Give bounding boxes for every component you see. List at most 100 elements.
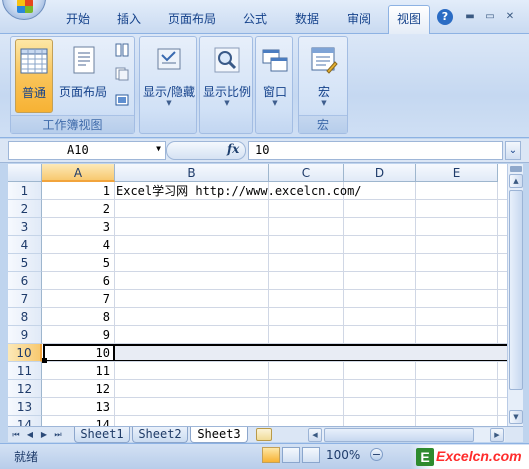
gridline — [114, 182, 115, 426]
horizontal-scrollbar[interactable]: ◀ ▶ — [308, 428, 505, 442]
column-header-d[interactable]: D — [344, 164, 416, 182]
custom-views-icon[interactable] — [115, 67, 129, 81]
zoom-label: 显示比例 — [202, 85, 251, 99]
page-break-preview-icon[interactable] — [115, 43, 129, 57]
full-screen-icon[interactable] — [115, 93, 129, 107]
row-header[interactable]: 4 — [8, 236, 42, 254]
scroll-down-icon[interactable]: ▼ — [509, 410, 523, 424]
normal-view-status-icon[interactable] — [262, 447, 280, 463]
split-handle[interactable] — [510, 166, 522, 172]
tab-view[interactable]: 视图 — [388, 5, 430, 35]
worksheet-grid[interactable]: A B C D E 1 1 Excel学习网 http://www.excelcn.com/2… — [8, 164, 507, 426]
cell-a[interactable]: 14 — [43, 416, 114, 426]
cell-a[interactable]: 6 — [43, 272, 114, 290]
status-ready: 就绪 — [14, 450, 39, 464]
page-layout-status-icon[interactable] — [282, 447, 300, 463]
chevron-down-icon: ▼ — [272, 99, 278, 107]
row-header[interactable]: 8 — [8, 308, 42, 326]
normal-view-icon — [20, 48, 48, 74]
window-button[interactable]: 窗口 ▼ — [257, 39, 293, 113]
row-header[interactable]: 12 — [8, 380, 42, 398]
tab-formulas[interactable]: 公式 — [236, 9, 274, 29]
prev-sheet-icon[interactable]: ◀ — [24, 429, 36, 441]
expand-formula-bar-icon[interactable]: ⌄ — [505, 141, 521, 160]
zoom-button[interactable]: 显示比例 ▼ — [201, 39, 253, 113]
cell-a[interactable]: 9 — [43, 326, 114, 344]
last-sheet-icon[interactable]: ⏭ — [52, 429, 64, 441]
sheet-tab-2[interactable]: Sheet2 — [132, 427, 188, 443]
scroll-right-icon[interactable]: ▶ — [490, 428, 504, 442]
row-header[interactable]: 10 — [8, 344, 42, 362]
row-header[interactable]: 14 — [8, 416, 42, 426]
macros-button[interactable]: 宏 ▼ — [300, 39, 348, 113]
horizontal-scroll-thumb[interactable] — [324, 428, 474, 442]
cell-a[interactable]: 5 — [43, 254, 114, 272]
row-header[interactable]: 5 — [8, 254, 42, 272]
cell-a[interactable]: 10 — [43, 344, 114, 362]
window-label: 窗口 — [262, 85, 287, 99]
tab-home[interactable]: 开始 — [60, 9, 96, 29]
formula-fx-area: fx — [166, 141, 246, 160]
page-break-status-icon[interactable] — [302, 447, 320, 463]
column-header-e[interactable]: E — [416, 164, 498, 182]
show-hide-button[interactable]: 显示/隐藏 ▼ — [141, 39, 197, 113]
cell-a[interactable]: 13 — [43, 398, 114, 416]
cell-a[interactable]: 4 — [43, 236, 114, 254]
restore-icon[interactable]: ▭ — [482, 10, 498, 24]
row-header[interactable]: 3 — [8, 218, 42, 236]
row-header[interactable]: 6 — [8, 272, 42, 290]
cell-a[interactable]: 2 — [43, 200, 114, 218]
fill-handle[interactable] — [42, 358, 47, 363]
zoom-out-icon[interactable]: − — [370, 448, 383, 461]
row-header[interactable]: 1 — [8, 182, 42, 200]
chevron-down-icon: ▼ — [166, 99, 172, 107]
row-header[interactable]: 11 — [8, 362, 42, 380]
tab-data[interactable]: 数据 — [288, 9, 326, 29]
cell-b[interactable]: Excel学习网 http://www.excelcn.com/ — [116, 182, 362, 200]
cell-a[interactable]: 7 — [43, 290, 114, 308]
row-header[interactable]: 9 — [8, 326, 42, 344]
cell-a[interactable]: 11 — [43, 362, 114, 380]
tab-insert[interactable]: 插入 — [110, 9, 148, 29]
tab-page-layout[interactable]: 页面布局 — [162, 9, 222, 29]
group-workbook-views: 普通 页面布局 工作簿视图 — [10, 36, 135, 134]
vertical-scrollbar[interactable]: ▲ ▼ — [507, 164, 523, 426]
close-icon[interactable]: ✕ — [502, 10, 518, 24]
sheet-tab-3[interactable]: Sheet3 — [190, 427, 248, 443]
sheet-tab-1[interactable]: Sheet1 — [74, 427, 130, 443]
name-box[interactable]: A10 ▼ — [8, 141, 166, 160]
row-header[interactable]: 13 — [8, 398, 42, 416]
cell-a[interactable]: 3 — [43, 218, 114, 236]
gridline — [415, 182, 416, 426]
next-sheet-icon[interactable]: ▶ — [38, 429, 50, 441]
name-box-value: A10 — [67, 143, 89, 157]
chevron-down-icon[interactable]: ▼ — [156, 144, 161, 153]
vertical-scroll-thumb[interactable] — [509, 190, 523, 390]
row-header[interactable]: 7 — [8, 290, 42, 308]
zoom-level[interactable]: 100% — [326, 448, 360, 462]
macros-group-label: 宏 — [299, 115, 347, 133]
page-layout-view-button[interactable]: 页面布局 — [57, 39, 109, 113]
tab-review[interactable]: 审阅 — [340, 9, 378, 29]
gridline — [497, 182, 498, 426]
office-button[interactable] — [2, 0, 46, 20]
insert-sheet-icon[interactable] — [256, 428, 272, 441]
scroll-up-icon[interactable]: ▲ — [509, 174, 523, 188]
scroll-left-icon[interactable]: ◀ — [308, 428, 322, 442]
cell-a[interactable]: 12 — [43, 380, 114, 398]
column-header-c[interactable]: C — [269, 164, 344, 182]
normal-view-button[interactable]: 普通 — [15, 39, 53, 113]
minimize-icon[interactable]: ▬ — [462, 10, 478, 24]
formula-input[interactable]: 10 — [248, 141, 503, 160]
column-header-b[interactable]: B — [115, 164, 269, 182]
group-window: 窗口 ▼ — [255, 36, 293, 134]
select-all-corner[interactable] — [8, 164, 42, 182]
cell-a[interactable]: 8 — [43, 308, 114, 326]
insert-function-icon[interactable]: fx — [227, 142, 239, 156]
row-header[interactable]: 2 — [8, 200, 42, 218]
cell-a[interactable]: 1 — [43, 182, 114, 200]
help-icon[interactable]: ? — [437, 9, 453, 25]
column-header-a[interactable]: A — [42, 164, 115, 182]
gridline — [268, 182, 269, 426]
first-sheet-icon[interactable]: ⏮ — [10, 429, 22, 441]
